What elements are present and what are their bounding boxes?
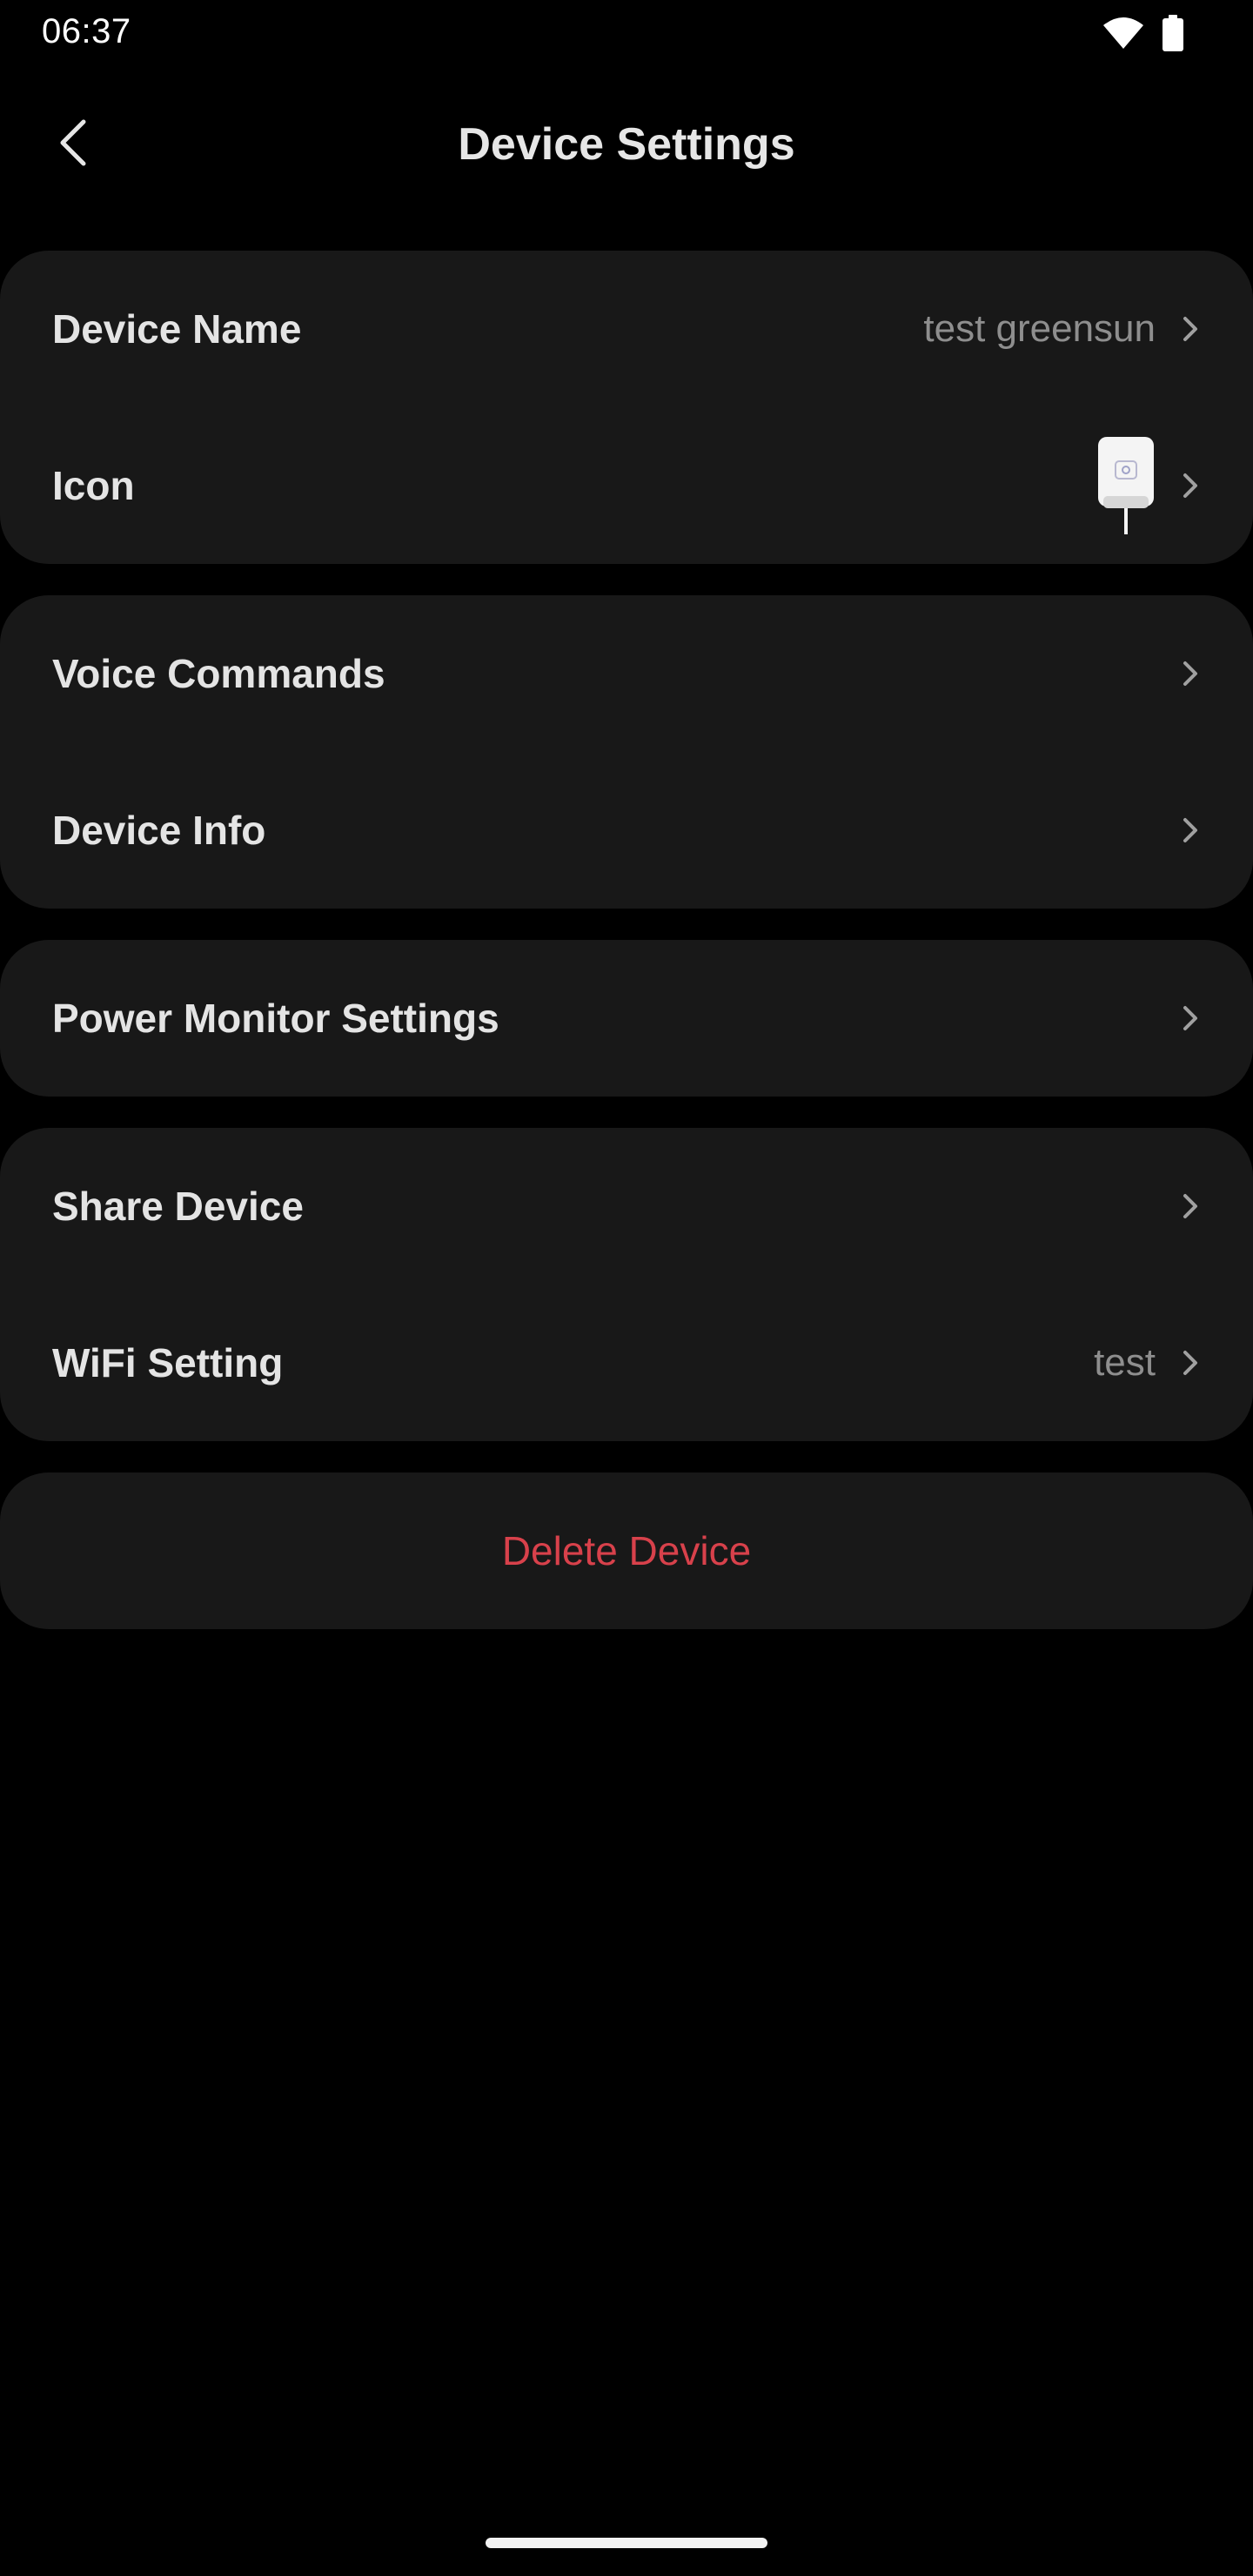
delete-device-button[interactable]: Delete Device	[0, 1472, 1253, 1629]
power-monitor-settings-label: Power Monitor Settings	[52, 996, 499, 1041]
voice-commands-row[interactable]: Voice Commands	[0, 595, 1253, 752]
status-icons	[1103, 14, 1183, 56]
home-indicator[interactable]	[486, 2538, 767, 2548]
power-section-card: Power Monitor Settings	[0, 940, 1253, 1097]
smart-plug-icon	[1096, 437, 1156, 534]
chevron-right-icon	[1180, 313, 1201, 345]
icon-label: Icon	[52, 463, 135, 508]
power-monitor-settings-row[interactable]: Power Monitor Settings	[0, 940, 1253, 1097]
chevron-right-icon	[1180, 658, 1201, 689]
battery-icon	[1163, 14, 1183, 56]
chevron-right-icon	[1180, 815, 1201, 846]
device-section-card: Device Name test greensun Icon	[0, 251, 1253, 564]
chevron-right-icon	[1180, 1191, 1201, 1222]
wifi-setting-label: WiFi Setting	[52, 1340, 284, 1385]
share-device-label: Share Device	[52, 1184, 304, 1229]
status-time: 06:37	[42, 12, 131, 50]
wifi-setting-row[interactable]: WiFi Setting test	[0, 1285, 1253, 1441]
device-info-row[interactable]: Device Info	[0, 752, 1253, 909]
chevron-right-icon	[1180, 470, 1201, 501]
chevron-right-icon	[1180, 1003, 1201, 1034]
sharing-section-card: Share Device WiFi Setting test	[0, 1128, 1253, 1441]
share-device-right	[1180, 1191, 1201, 1222]
status-bar: 06:37	[0, 0, 1253, 73]
icon-right	[1096, 437, 1201, 534]
share-device-row[interactable]: Share Device	[0, 1128, 1253, 1285]
wifi-icon	[1103, 17, 1143, 53]
wifi-setting-value: test	[1094, 1341, 1156, 1384]
voice-commands-right	[1180, 658, 1201, 689]
device-name-row[interactable]: Device Name test greensun	[0, 251, 1253, 407]
device-name-right: test greensun	[923, 307, 1201, 351]
delete-device-label: Delete Device	[501, 1528, 752, 1573]
wifi-setting-right: test	[1094, 1341, 1201, 1385]
chevron-right-icon	[1180, 1347, 1201, 1379]
header: Device Settings	[0, 73, 1253, 223]
device-info-right	[1180, 815, 1201, 846]
icon-row[interactable]: Icon	[0, 407, 1253, 564]
info-section-card: Voice Commands Device Info	[0, 595, 1253, 909]
page-title: Device Settings	[458, 119, 795, 170]
power-monitor-settings-right	[1180, 1003, 1201, 1034]
voice-commands-label: Voice Commands	[52, 651, 385, 696]
device-info-label: Device Info	[52, 808, 266, 853]
device-name-label: Device Name	[52, 306, 302, 352]
device-name-value: test greensun	[923, 307, 1156, 350]
